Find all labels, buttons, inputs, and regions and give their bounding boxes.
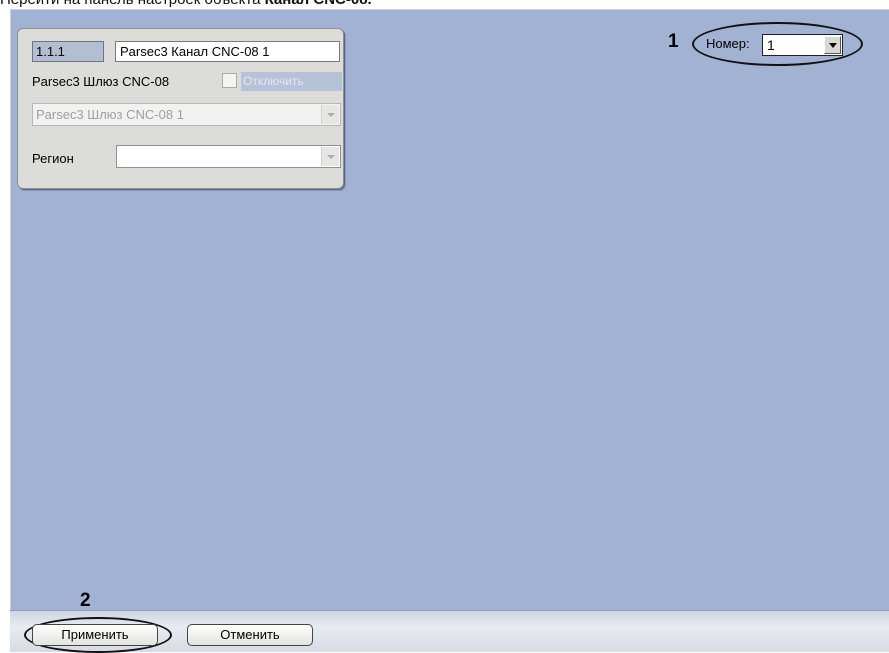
chevron-down-icon[interactable] xyxy=(321,105,339,124)
chevron-down-icon[interactable] xyxy=(824,36,841,54)
number-select-value: 1 xyxy=(767,37,775,53)
cancel-button[interactable]: Отменить xyxy=(187,624,313,646)
region-select[interactable] xyxy=(116,145,341,168)
annotation-1: 1 xyxy=(668,31,679,52)
disable-checkbox[interactable] xyxy=(222,73,237,88)
region-label: Регион xyxy=(32,151,74,166)
object-name-input[interactable]: Parsec3 Канал CNC-08 1 xyxy=(115,41,340,62)
number-select[interactable]: 1 xyxy=(762,34,843,56)
object-id-field: 1.1.1 xyxy=(32,41,104,62)
caption-object-name: Канал CNC-08. xyxy=(265,0,372,8)
annotation-2: 2 xyxy=(80,590,91,611)
gateway-label: Parsec3 Шлюз CNC-08 xyxy=(32,74,170,89)
settings-workspace: 1.1.1 Parsec3 Канал CNC-08 1 Parsec3 Шлю… xyxy=(10,9,889,610)
gateway-select-value: Parsec3 Шлюз CNC-08 1 xyxy=(36,107,184,122)
chevron-down-icon[interactable] xyxy=(321,147,339,166)
gateway-select[interactable]: Parsec3 Шлюз CNC-08 1 xyxy=(32,103,341,126)
apply-button[interactable]: Применить xyxy=(32,624,158,646)
number-label: Номер: xyxy=(706,36,750,51)
page-caption: Перейти на панель настроек объекта Канал… xyxy=(0,0,889,9)
channel-settings-panel: 1.1.1 Parsec3 Канал CNC-08 1 Parsec3 Шлю… xyxy=(17,28,344,189)
disable-label: Отключить xyxy=(241,72,342,91)
caption-prefix: Перейти на панель настроек объекта xyxy=(0,0,265,8)
